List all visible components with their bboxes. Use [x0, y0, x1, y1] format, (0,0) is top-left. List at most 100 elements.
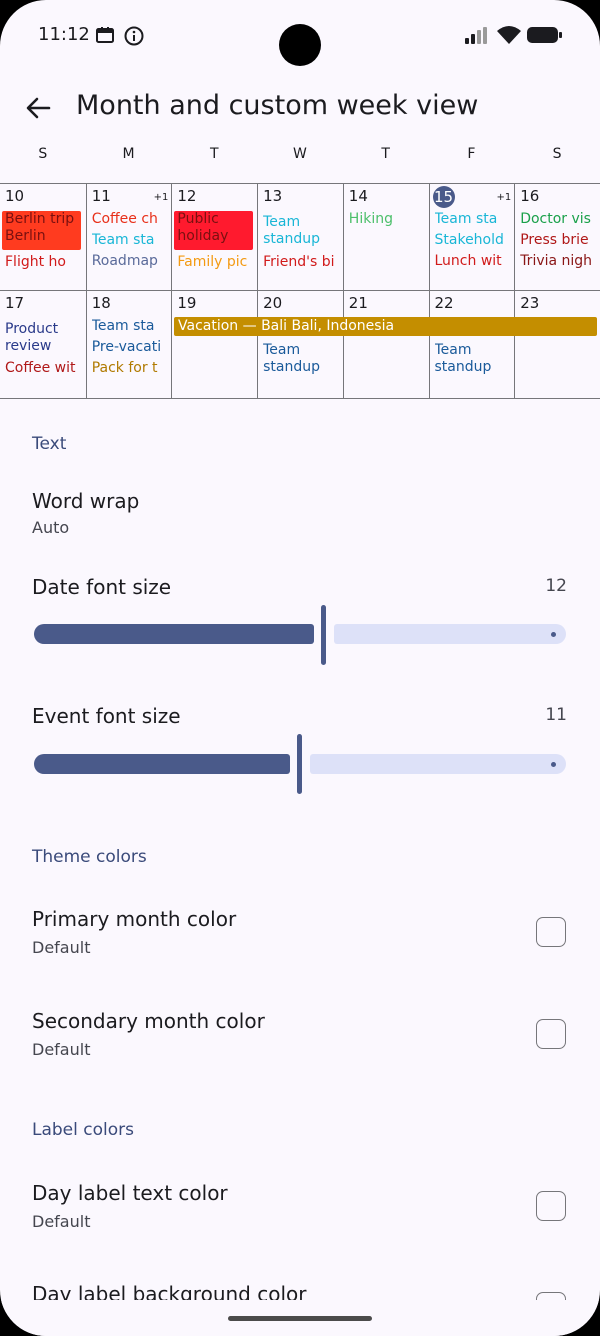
color-swatch-checkbox[interactable]	[536, 1191, 566, 1221]
slider-end-dot	[551, 762, 556, 767]
day-number: 12	[177, 187, 197, 205]
event-label[interactable]: Product review	[5, 321, 75, 355]
day-number: 14	[348, 187, 368, 205]
day-cell[interactable]: 17 Product review Coffee wit	[0, 291, 86, 398]
slider-thumb[interactable]	[297, 734, 302, 794]
slider-value: 12	[545, 576, 567, 596]
day-cell[interactable]: 23	[514, 291, 600, 398]
top-app-bar: Month and custom week view	[0, 80, 600, 136]
camera-cutout	[279, 24, 321, 66]
color-swatch-checkbox[interactable]	[536, 1019, 566, 1049]
day-number: 23	[520, 294, 540, 312]
day-number: 18	[91, 294, 111, 312]
slider-active-track	[34, 624, 314, 644]
event-label[interactable]: Friend's bi	[263, 254, 341, 271]
more-events-badge: +1	[496, 192, 512, 203]
event-label[interactable]: Flight ho	[5, 254, 83, 271]
event-label[interactable]: Team standup	[435, 342, 505, 376]
day-cell[interactable]: 12 Public holiday Family pic	[171, 184, 257, 291]
event-label[interactable]: Pack for t	[92, 360, 170, 377]
event-chip[interactable]: Public holiday	[174, 211, 254, 250]
day-cell[interactable]: 10 Berlin trip Berlin Flight ho	[0, 184, 86, 291]
day-cell[interactable]: 19	[171, 291, 257, 398]
setting-title: Word wrap	[32, 489, 140, 513]
event-label[interactable]: Roadmap	[92, 253, 170, 270]
event-label[interactable]: Team sta	[435, 211, 513, 228]
color-swatch-checkbox[interactable]	[536, 917, 566, 947]
day-number: 17	[5, 294, 25, 312]
weekday-label: S	[552, 146, 562, 162]
day-cell[interactable]: 18 Team sta Pre-vacati Pack for t	[85, 291, 172, 398]
event-label[interactable]: Team sta	[92, 232, 170, 249]
back-arrow-icon[interactable]	[24, 94, 52, 122]
slider-active-track	[34, 754, 290, 774]
event-label[interactable]: Pre-vacati	[92, 339, 170, 356]
day-cell[interactable]: 20 Team standup	[257, 291, 343, 398]
event-label[interactable]: Hiking	[349, 211, 427, 228]
section-header-text: Text	[32, 434, 67, 454]
phone-screen: 11:12 Month and custom week view S M T W…	[0, 0, 600, 1336]
section-header-theme-colors: Theme colors	[32, 847, 147, 867]
day-cell[interactable]: 15 +1 Team sta Stakehold Lunch wit	[428, 184, 515, 291]
wifi-icon	[497, 26, 521, 44]
calendar-week-row: 17 Product review Coffee wit 18 Team sta…	[0, 290, 600, 399]
setting-value: Default	[32, 1212, 91, 1231]
weekday-label: W	[293, 146, 307, 162]
event-label[interactable]: Team standup	[263, 342, 333, 376]
setting-value: Default	[32, 938, 91, 957]
weekday-label: F	[467, 146, 476, 162]
event-label[interactable]: Lunch wit	[435, 253, 513, 270]
day-number: 19	[177, 294, 197, 312]
day-number: 21	[348, 294, 368, 312]
slider-value: 11	[545, 705, 567, 725]
signal-icon	[465, 27, 487, 44]
day-number: 20	[263, 294, 283, 312]
slider-thumb[interactable]	[321, 605, 326, 665]
slider-inactive-track	[310, 754, 566, 774]
day-cell[interactable]: 13 Team standup Friend's bi	[257, 184, 343, 291]
gesture-navigation-bar[interactable]	[228, 1316, 372, 1321]
calendar-notification-icon	[96, 27, 114, 43]
month-calendar: 10 Berlin trip Berlin Flight ho 11 +1 Co…	[0, 183, 600, 399]
event-label[interactable]: Doctor vis	[520, 211, 598, 228]
slider-inactive-track	[334, 624, 566, 644]
setting-value: Default	[32, 1040, 91, 1059]
day-cell[interactable]: 22 Team standup	[428, 291, 515, 398]
day-number: 13	[263, 187, 283, 205]
event-label[interactable]: Team sta	[92, 318, 170, 335]
setting-value: Auto	[32, 518, 70, 537]
day-number: 11	[91, 187, 111, 205]
info-icon	[124, 26, 144, 46]
event-label[interactable]: Press brie	[520, 232, 598, 249]
setting-title: Event font size	[32, 704, 181, 728]
status-time: 11:12	[38, 24, 90, 45]
more-events-badge: +1	[153, 192, 169, 203]
setting-title: Secondary month color	[32, 1009, 265, 1033]
weekday-header: S M T W T F S	[0, 146, 600, 170]
multi-day-event-chip[interactable]: Vacation — Bali Bali, Indonesia	[174, 317, 597, 336]
day-number: 22	[434, 294, 454, 312]
day-cell[interactable]: 21	[342, 291, 429, 398]
setting-title: Day label text color	[32, 1181, 228, 1205]
weekday-label: T	[209, 146, 219, 162]
weekday-label: T	[381, 146, 390, 162]
event-label[interactable]: Stakehold	[435, 232, 513, 249]
page-title: Month and custom week view	[76, 90, 479, 121]
event-label[interactable]: Trivia nigh	[520, 253, 598, 270]
battery-icon	[527, 27, 562, 43]
weekday-label: S	[38, 146, 48, 162]
event-label[interactable]: Coffee ch	[92, 211, 170, 228]
event-chip[interactable]: Berlin trip Berlin	[2, 211, 81, 250]
today-indicator: 15	[432, 186, 455, 208]
setting-title: Primary month color	[32, 907, 237, 931]
weekday-label: M	[122, 146, 135, 162]
event-label[interactable]: Family pic	[177, 254, 255, 271]
status-bar: 11:12	[0, 0, 600, 72]
event-label[interactable]: Coffee wit	[5, 360, 83, 377]
day-cell[interactable]: 14 Hiking	[342, 184, 429, 291]
day-cell[interactable]: 11 +1 Coffee ch Team sta Roadmap	[85, 184, 172, 291]
event-label[interactable]: Team standup	[263, 214, 333, 248]
calendar-week-row: 10 Berlin trip Berlin Flight ho 11 +1 Co…	[0, 183, 600, 291]
section-header-label-colors: Label colors	[32, 1120, 134, 1140]
day-cell[interactable]: 16 Doctor vis Press brie Trivia nigh	[514, 184, 600, 291]
